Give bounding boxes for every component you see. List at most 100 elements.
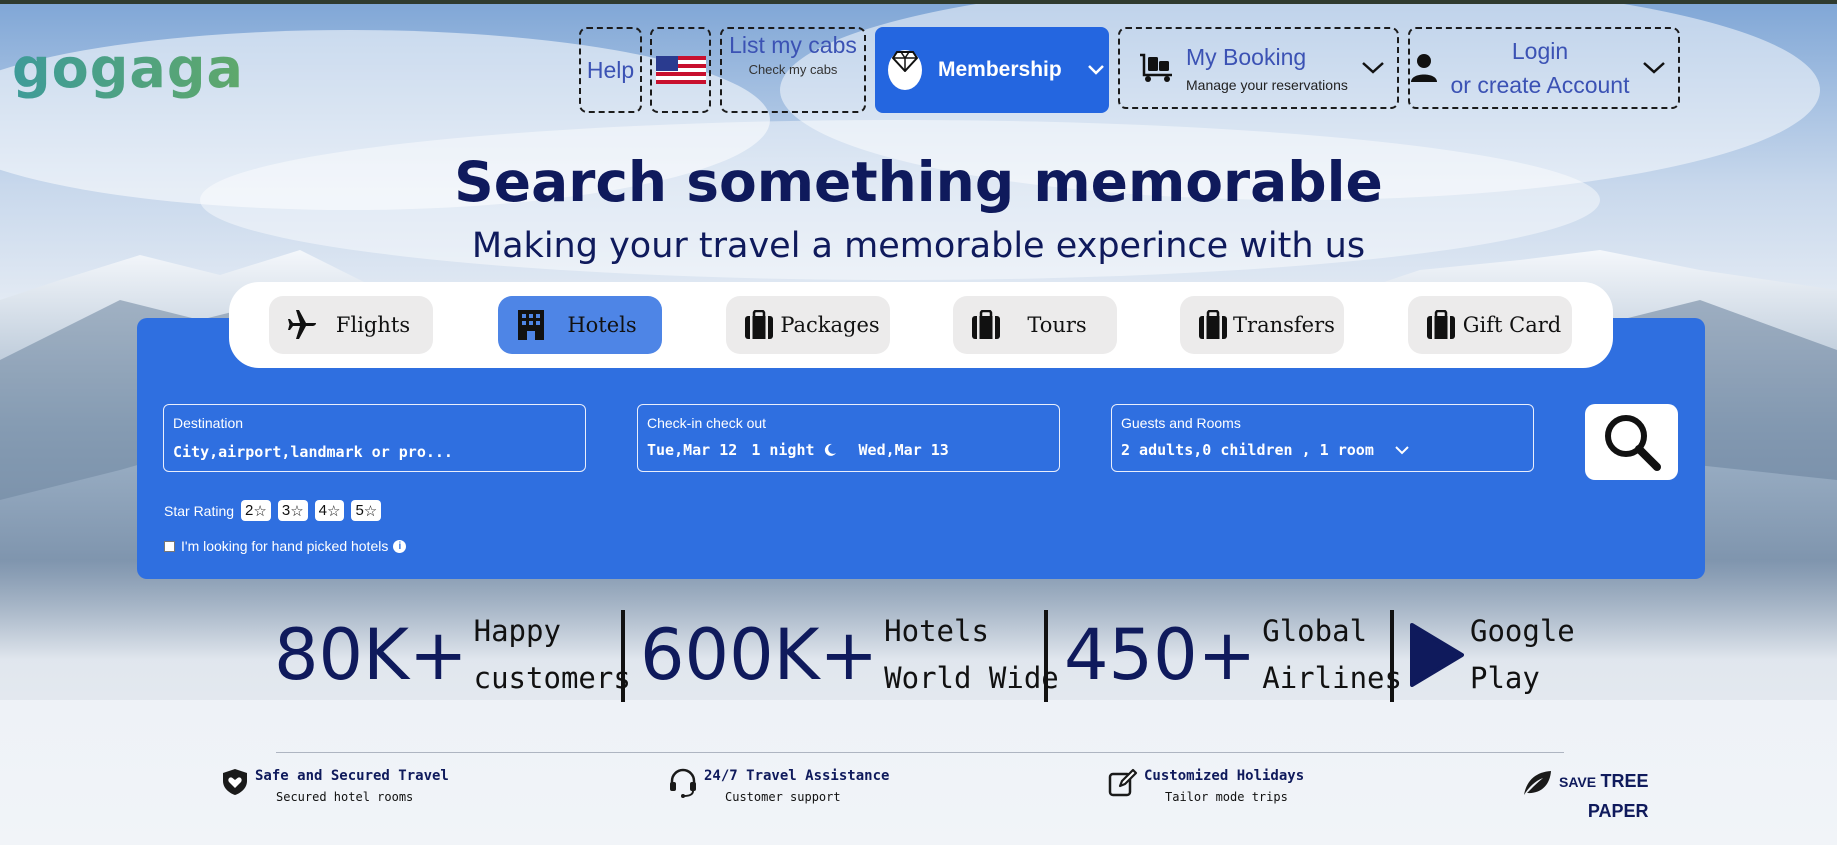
dates-label: Check-in check out [647,415,767,431]
tab-gift-card[interactable]: Gift Card [1408,296,1572,354]
divider [1044,610,1048,702]
search-icon [1604,415,1661,471]
stat-label: Airlines [1262,661,1402,695]
tab-hotels[interactable]: Hotels [498,296,662,354]
star-icon: ☆ [326,502,341,520]
list-my-cabs-button[interactable]: List my cabs Check my cabs [720,27,866,113]
handpicked-checkbox[interactable] [164,540,175,552]
feature-title: Safe and Secured Travel [255,768,449,784]
stat-label: Google [1470,614,1575,648]
stat-label: Happy [473,614,561,648]
stat-hotels: 600K+ Hotels World Wide [640,608,1059,702]
star-filter-5[interactable]: 5 ☆ [351,500,382,521]
paper-label: PAPER [1587,801,1649,821]
login-line1: Login [1511,38,1569,64]
moon-icon [824,443,836,456]
headset-icon [670,768,696,798]
star-value: 5 [355,502,364,519]
tab-label: Hotels [567,313,637,337]
tab-packages[interactable]: Packages [726,296,890,354]
tab-label: Gift Card [1462,313,1562,337]
star-value: 2 [245,502,254,519]
login-button[interactable]: Login or create Account [1408,27,1680,109]
luggage-cart-icon [1140,53,1172,82]
country-selector[interactable] [650,27,711,113]
login-line2: or create Account [1450,72,1630,98]
suitcase-icon [1196,309,1230,341]
stat-number: 80K+ [274,614,468,696]
tab-label: Flights [335,313,411,337]
handpicked-option: I'm looking for hand picked hotels i [164,538,407,554]
suitcase-icon [742,309,776,341]
feature-safe-travel: Safe and Secured Travel Secured hotel roo… [221,768,449,804]
star-filter-4[interactable]: 4 ☆ [314,500,345,521]
stat-label: Hotels [884,614,989,648]
booking-subtitle: Manage your reservations [1186,76,1348,93]
feature-subtitle: Tailor mode trips [1165,790,1288,804]
stat-customers: 80K+ Happy customers [274,608,631,702]
feature-travel-assistance: 24/7 Travel Assistance Customer support [668,768,889,804]
tab-transfers[interactable]: Transfers [1180,296,1344,354]
star-icon: ☆ [253,502,267,520]
tab-tours[interactable]: Tours [953,296,1117,354]
destination-field[interactable]: Destination City,airport,landmark or pro… [163,404,586,472]
star-filter-2[interactable]: 2 ☆ [241,500,271,521]
play-icon [1410,623,1464,687]
top-border [0,0,1837,4]
chevron-down-icon [1643,62,1665,74]
star-rating: Star Rating 2 ☆ 3 ☆ 4 ☆ 5 ☆ [164,500,382,521]
star-value: 3 [281,502,291,519]
tab-label: Packages [780,313,880,337]
star-rating-label: Star Rating [164,502,235,519]
stat-label: Play [1470,661,1540,695]
guests-field[interactable]: Guests and Rooms 2 adults,0 children , 1… [1111,404,1534,472]
help-link[interactable]: Help [579,27,642,113]
cabs-subtitle: Check my cabs [748,62,838,77]
info-icon[interactable]: i [393,539,407,553]
destination-input[interactable]: City,airport,landmark or pro... [173,443,576,461]
save-label: SAVE [1559,774,1597,790]
plane-icon [285,309,319,341]
chevron-down-icon [1395,446,1409,455]
star-icon: ☆ [290,502,304,520]
feature-customized-holidays: Customized Holidays Tailor mode trips [1108,768,1304,804]
us-flag-icon [655,56,706,84]
suitcase-icon [1424,309,1458,341]
feature-title: 24/7 Travel Assistance [704,768,890,784]
membership-label: Membership [938,58,1062,81]
save-tree-paper: SAVE TREE PAPER [1521,767,1649,827]
tree-label: TREE [1600,771,1649,791]
star-icon: ☆ [363,502,378,520]
membership-button[interactable]: Membership [875,27,1109,113]
tab-label: Transfers [1233,313,1335,337]
stat-label: Global [1262,614,1368,648]
stat-number: 450+ [1064,614,1257,696]
dates-field[interactable]: Check-in check out Tue,Mar 12 1 night We… [637,404,1060,472]
star-value: 4 [318,502,327,519]
booking-title: My Booking [1186,43,1307,70]
destination-label: Destination [173,415,244,431]
stat-number: 600K+ [640,614,879,696]
handpicked-label: I'm looking for hand picked hotels [181,538,389,554]
stat-label: World Wide [884,661,1059,695]
cabs-title: List my cabs [729,32,857,58]
leaf-icon [1524,771,1551,795]
help-label: Help [586,56,635,83]
tab-bar: Flights Hotels Packages Tours Transfers … [229,282,1613,368]
logo[interactable]: gogaga [12,42,244,96]
divider [621,610,625,702]
chevron-down-icon [1088,65,1104,75]
stat-label: customers [473,661,631,695]
diamond-icon [888,50,922,90]
star-filter-3[interactable]: 3 ☆ [277,500,308,521]
google-play-link[interactable]: Google Play [1408,608,1575,702]
logo-text: gogaga [12,37,244,100]
tab-flights[interactable]: Flights [269,296,433,354]
suitcase-icon [969,309,1003,341]
tab-label: Tours [1027,313,1087,337]
search-button[interactable] [1585,404,1678,480]
checkout-date: Wed,Mar 13 [858,441,949,459]
guests-label: Guests and Rooms [1121,415,1241,431]
divider [276,752,1564,753]
my-booking-button[interactable]: My Booking Manage your reservations [1118,27,1399,109]
